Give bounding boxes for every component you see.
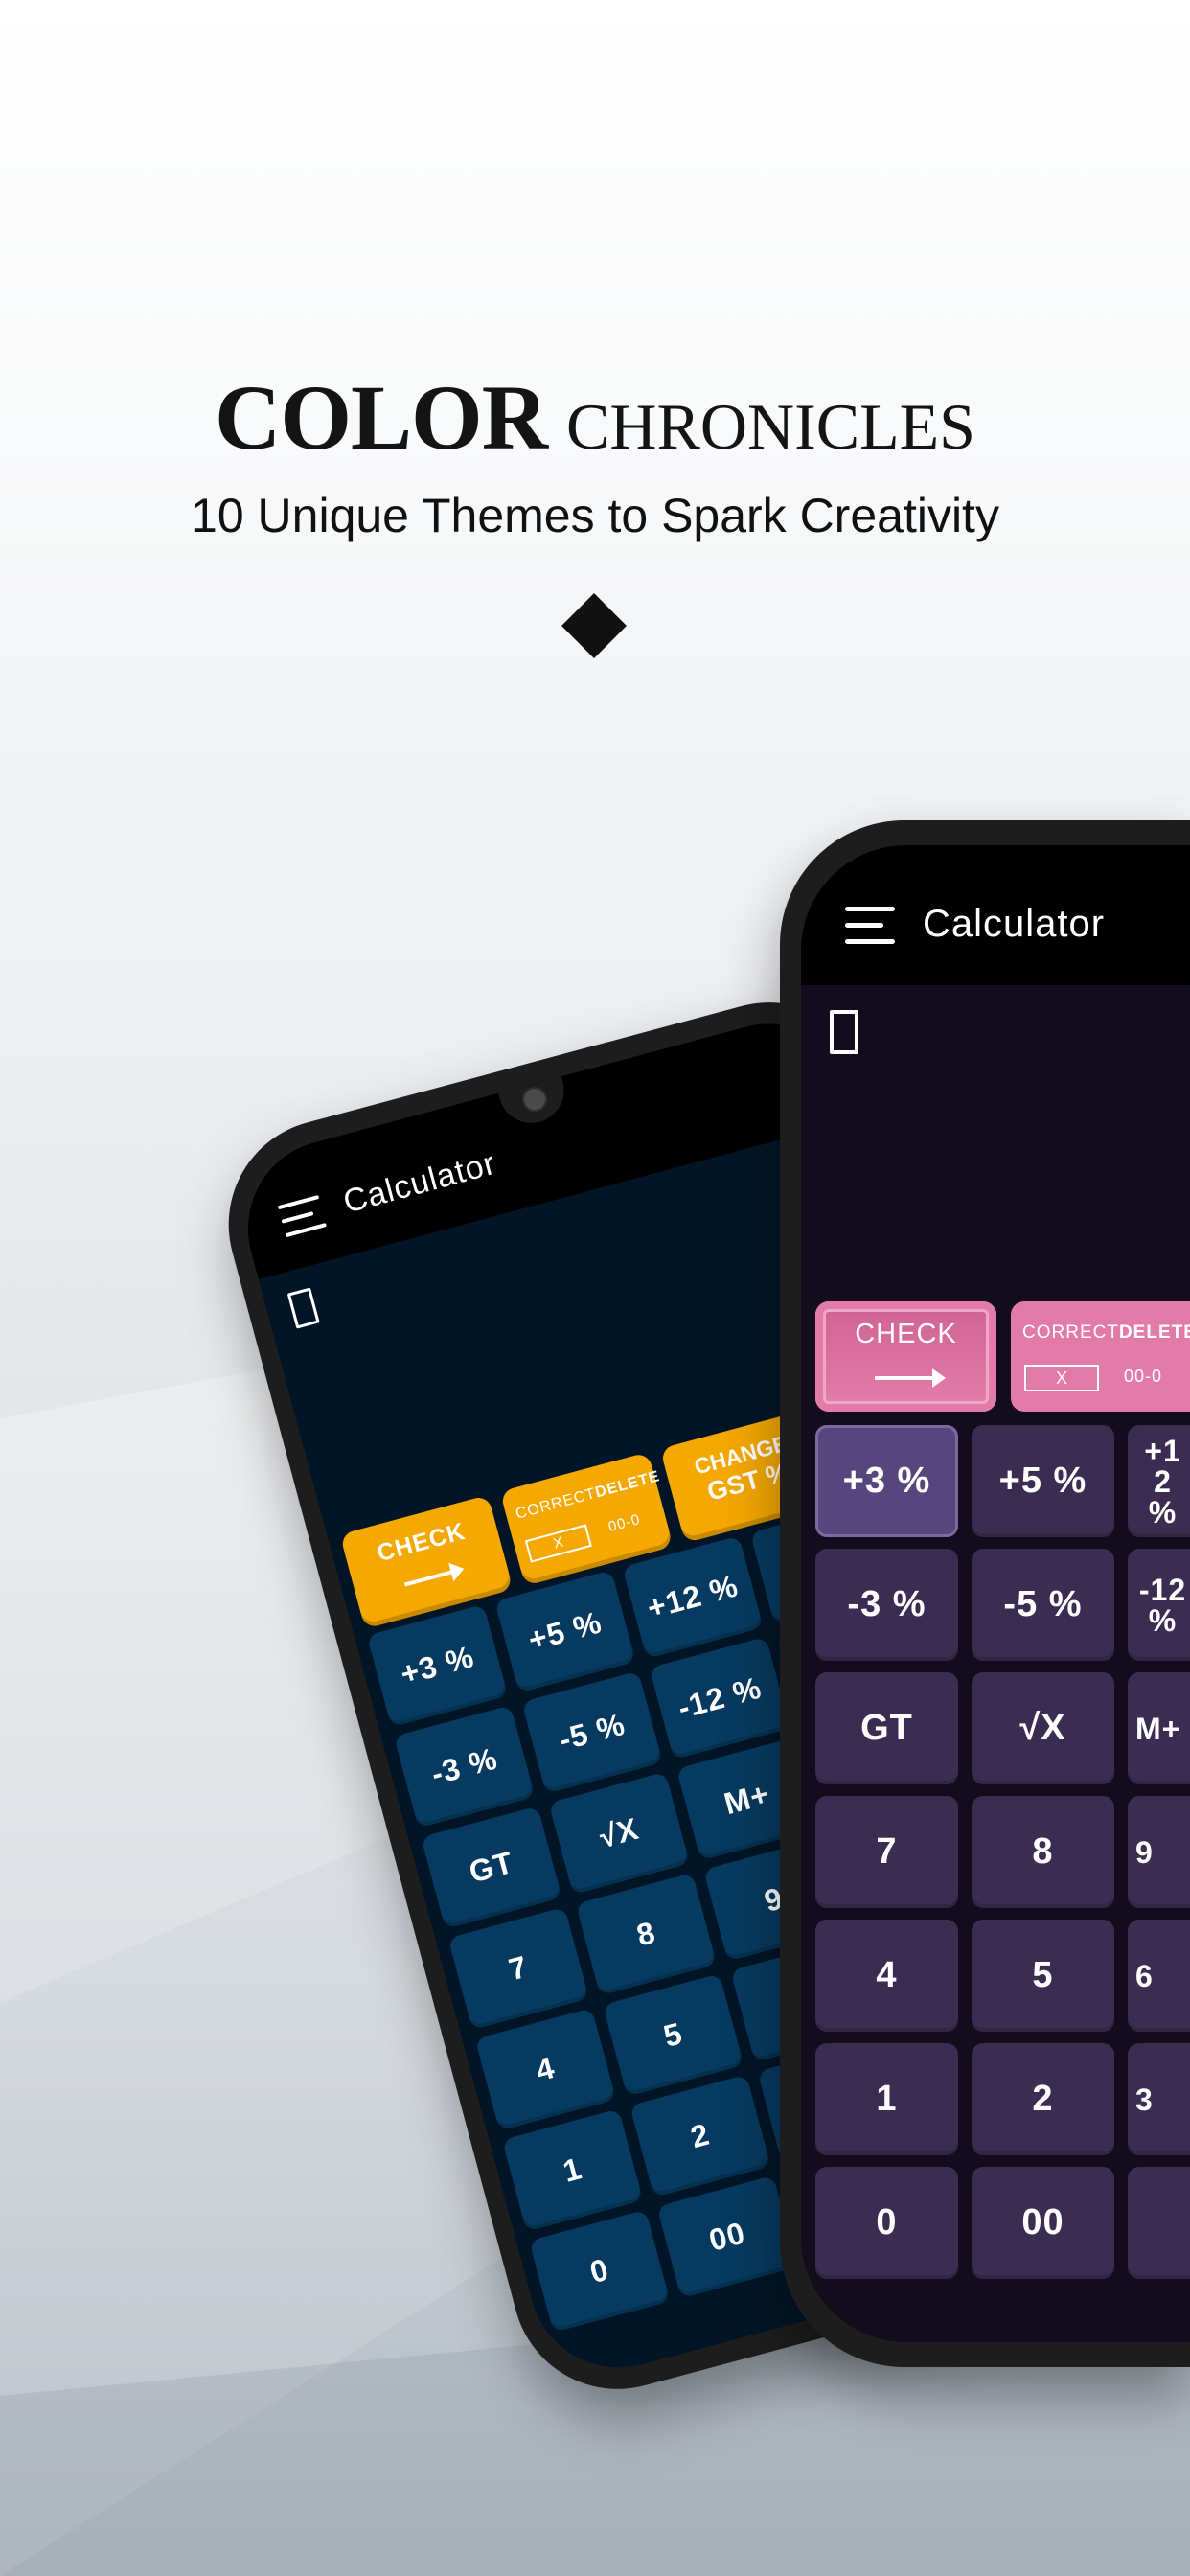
key-button[interactable]: 7	[815, 1796, 958, 1908]
hamburger-menu-icon[interactable]	[277, 1195, 327, 1238]
correct-x: X	[524, 1524, 592, 1563]
key-button[interactable]: +5 %	[494, 1570, 636, 1693]
key-button[interactable]: +5 %	[972, 1425, 1114, 1537]
phone-mockup-purple-theme: Calculator 0 CHECK CORRECTDELETE X 00-0 …	[780, 820, 1190, 2367]
phone-screen: Calculator 0 CHECK CORRECTDELETE X 00-0 …	[801, 845, 1190, 2342]
delete-hint: 00-0	[1124, 1367, 1163, 1386]
correct-label: CORRECT	[1022, 1322, 1119, 1343]
display-value: 0	[286, 1287, 320, 1329]
key-button[interactable]: 0	[815, 2167, 958, 2279]
key-button[interactable]: 8	[575, 1873, 718, 1996]
key-button[interactable]: 5	[972, 1920, 1114, 2032]
key-button[interactable]: 8	[972, 1796, 1114, 1908]
key-button[interactable]: +12 %	[622, 1535, 764, 1659]
key-button[interactable]: 9	[1128, 1796, 1190, 1908]
page-title: COLOR CHRONICLES	[215, 364, 975, 471]
key-button[interactable]	[1128, 2167, 1190, 2279]
title-regular: CHRONICLES	[566, 390, 975, 463]
delete-label: DELETE	[1118, 1322, 1190, 1343]
camera-icon	[519, 1084, 550, 1116]
hero-section: COLOR CHRONICLES 10 Unique Themes to Spar…	[0, 364, 1190, 543]
key-button[interactable]: 2	[972, 2043, 1114, 2155]
key-button[interactable]: 5	[603, 1973, 744, 2097]
key-button[interactable]: -12 %	[1128, 1549, 1190, 1661]
key-button[interactable]: 2	[629, 2074, 771, 2197]
key-button[interactable]: 00	[656, 2174, 798, 2299]
key-button[interactable]: M+	[1128, 1672, 1190, 1784]
key-button[interactable]: √X	[972, 1672, 1114, 1784]
key-button[interactable]: -3 %	[815, 1549, 958, 1661]
app-header: Calculator	[801, 845, 1190, 985]
key-button[interactable]: GT	[421, 1806, 562, 1929]
title-bold: COLOR	[215, 366, 548, 469]
notch	[497, 1072, 572, 1131]
key-button[interactable]: √X	[548, 1771, 690, 1896]
arrow-right-icon	[403, 1570, 454, 1587]
arrow-right-icon	[875, 1368, 946, 1388]
key-button[interactable]: GT	[815, 1672, 958, 1784]
check-button[interactable]: CHECK	[815, 1301, 996, 1412]
check-label: CHECK	[855, 1319, 957, 1349]
key-button[interactable]: -12 %	[649, 1636, 790, 1760]
key-button[interactable]: 4	[815, 1920, 958, 2032]
key-button[interactable]: 3	[1128, 2043, 1190, 2155]
key-button[interactable]: -5 %	[972, 1549, 1114, 1661]
display-value: 0	[830, 1010, 858, 1054]
keypad: +3 %+5 %+12 % -3 %-5 %-12 % GT√XM+ 789 456 12…	[815, 1425, 1190, 2279]
delete-hint: 00-0	[606, 1510, 643, 1536]
correct-x: X	[1024, 1365, 1099, 1392]
hamburger-menu-icon[interactable]	[845, 907, 895, 945]
key-button[interactable]: 1	[815, 2043, 958, 2155]
key-button[interactable]: 7	[447, 1906, 589, 2031]
key-button[interactable]: +3 %	[366, 1603, 509, 1728]
key-button[interactable]: -3 %	[394, 1705, 536, 1828]
app-title: Calculator	[339, 1144, 500, 1221]
key-button[interactable]: +3 %	[815, 1425, 958, 1537]
key-button[interactable]: 6	[1128, 1920, 1190, 2032]
key-button[interactable]: 0	[529, 2209, 671, 2333]
key-button[interactable]: +12 %	[1128, 1425, 1190, 1537]
correct-delete-button[interactable]: CORRECT DELETE X 00-0	[1011, 1301, 1190, 1412]
key-button[interactable]: 1	[501, 2108, 644, 2232]
key-button[interactable]: 00	[972, 2167, 1114, 2279]
delete-label: DELETE	[593, 1468, 662, 1502]
check-label: CHECK	[374, 1517, 469, 1568]
correct-label: CORRECT	[514, 1484, 598, 1523]
key-button[interactable]: 4	[474, 2008, 617, 2131]
app-title: Calculator	[923, 903, 1106, 945]
key-button[interactable]: -5 %	[521, 1670, 663, 1794]
subtitle: 10 Unique Themes to Spark Creativity	[191, 489, 999, 542]
